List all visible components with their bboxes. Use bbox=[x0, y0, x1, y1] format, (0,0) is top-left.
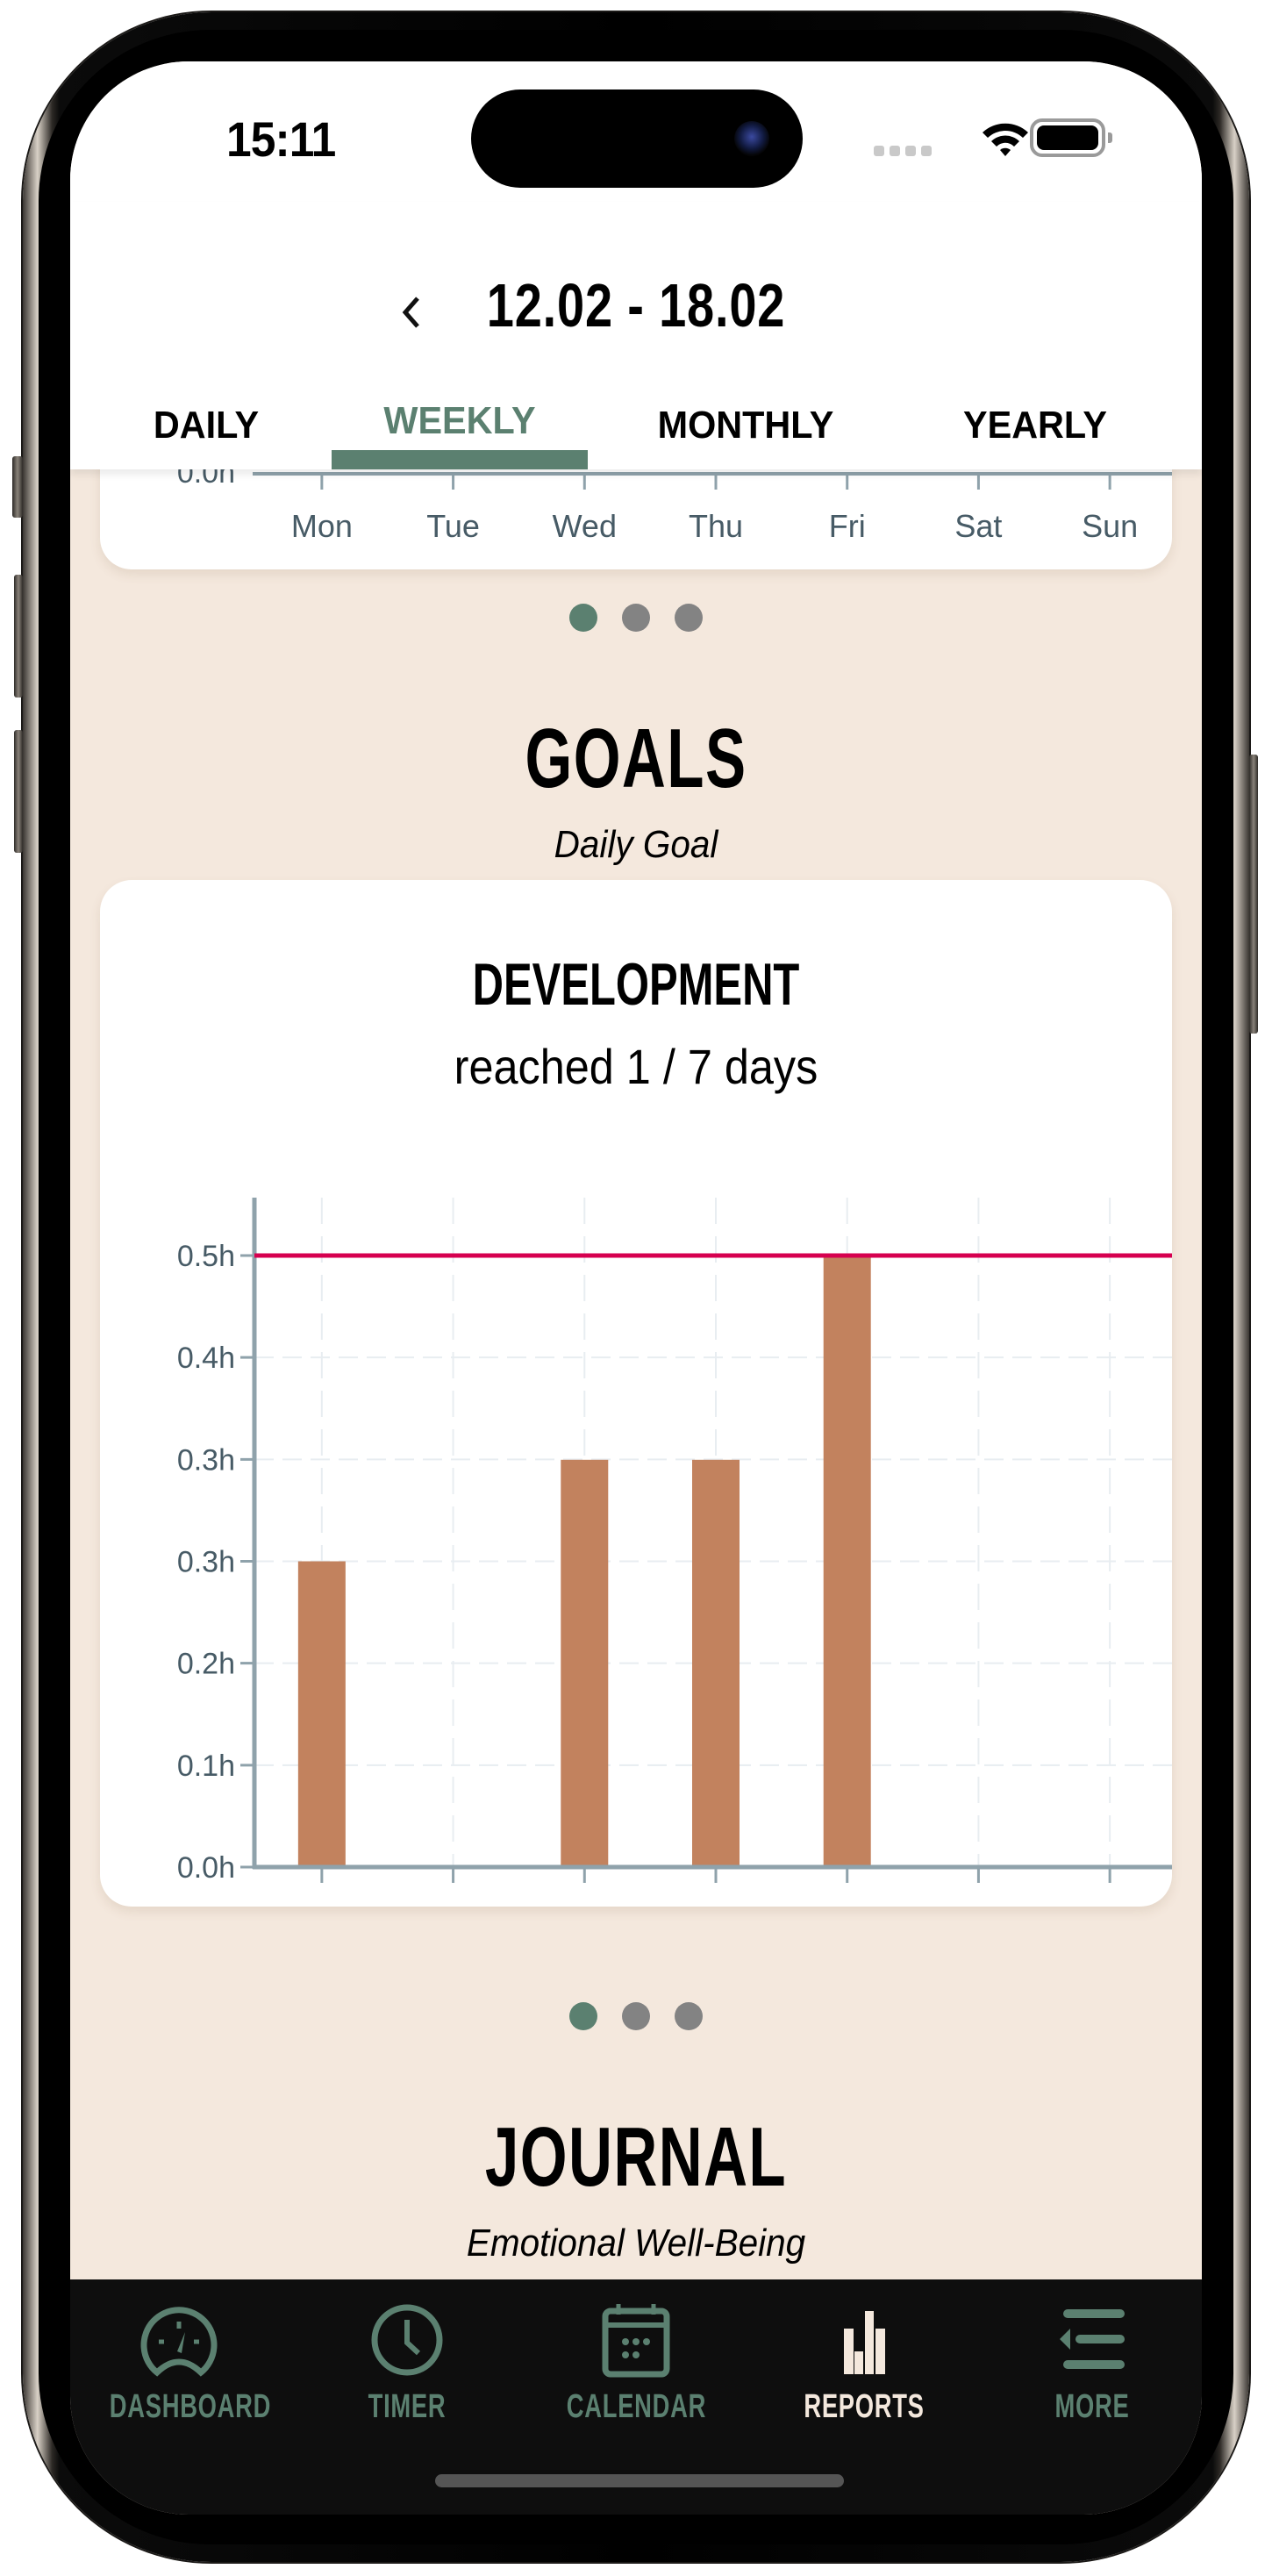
x-tick-label: Fri bbox=[829, 508, 866, 544]
app-screen: 15:11 0.0h Mon Tue Wed Thu Fri Sat Sun GOALS Da… bbox=[70, 61, 1202, 2515]
x-tick-label: Wed bbox=[553, 508, 617, 544]
active-tab-indicator bbox=[332, 450, 588, 469]
nav-timer[interactable]: TIMER bbox=[311, 2302, 504, 2460]
x-tick-label: Tue bbox=[426, 1901, 480, 1907]
journal-title: JOURNAL bbox=[484, 2110, 788, 2204]
tab-yearly[interactable]: YEARLY bbox=[919, 382, 1150, 469]
goals-pager[interactable] bbox=[70, 2002, 1202, 2030]
x-tick-label: Sun bbox=[1082, 508, 1138, 544]
power-button bbox=[1249, 755, 1258, 1034]
menu-more-icon bbox=[1060, 2309, 1125, 2369]
wifi-icon bbox=[983, 123, 1028, 156]
pager-dot[interactable] bbox=[622, 604, 650, 632]
nav-reports[interactable]: REPORTS bbox=[768, 2302, 961, 2460]
pager-dot[interactable] bbox=[569, 2002, 597, 2030]
date-range: 12.02 - 18.02 bbox=[486, 271, 786, 340]
volume-up-button bbox=[14, 575, 23, 698]
battery-icon bbox=[1030, 118, 1112, 157]
bottom-tab-bar: DASHBOARD TIMER CALENDAR REPORTS MORE bbox=[70, 2279, 1202, 2515]
x-tick-label: Sat bbox=[954, 508, 1002, 544]
action-button bbox=[12, 456, 23, 518]
y-tick-label: 0.5h bbox=[177, 1240, 235, 1273]
tab-daily[interactable]: DAILY bbox=[111, 382, 301, 469]
nav-calendar[interactable]: CALENDAR bbox=[540, 2302, 732, 2460]
calendar-icon bbox=[602, 2304, 670, 2378]
goal-bar-chart: 0.0h 0.1h 0.2h 0.3h 0.3h 0.4h 0.5h Mon Tue Wed Thu… bbox=[177, 1198, 1172, 1907]
pager-dot[interactable] bbox=[675, 2002, 703, 2030]
signal-icon bbox=[874, 146, 932, 156]
x-tick-label: Thu bbox=[689, 508, 743, 544]
camera-icon bbox=[734, 121, 769, 156]
y-tick-label: 0.1h bbox=[177, 1750, 235, 1783]
dynamic-island bbox=[471, 89, 803, 188]
pager-dot[interactable] bbox=[675, 604, 703, 632]
x-tick-label: Wed bbox=[553, 1901, 617, 1907]
y-tick-label: 0.3h bbox=[177, 1546, 235, 1579]
x-tick-label: Mon bbox=[291, 508, 353, 544]
status-time: 15:11 bbox=[226, 111, 336, 167]
bar-mon bbox=[297, 1561, 346, 1867]
nav-label: CALENDAR bbox=[566, 2388, 707, 2425]
period-tabs: DAILY WEEKLY MONTHLY YEARLY bbox=[70, 382, 1202, 469]
nav-label: DASHBOARD bbox=[109, 2388, 272, 2425]
bar-thu bbox=[692, 1459, 740, 1867]
x-tick-label: Sat bbox=[954, 1901, 1002, 1907]
tab-monthly[interactable]: MONTHLY bbox=[622, 382, 869, 469]
y-tick-label: 0.2h bbox=[177, 1648, 235, 1681]
nav-label: REPORTS bbox=[804, 2388, 925, 2425]
goal-card: DEVELOPMENT reached 1 / 7 days 0.0h 0.1h 0… bbox=[100, 880, 1172, 1907]
x-tick-label: Tue bbox=[426, 508, 480, 544]
nav-label: MORE bbox=[1054, 2388, 1130, 2425]
status-bar: 15:11 bbox=[70, 61, 1202, 202]
x-tick-label: Fri bbox=[829, 1901, 866, 1907]
reports-header: 12.02 - 18.02 DAILY WEEKLY MONTHLY YEARL… bbox=[70, 202, 1202, 469]
bar-wed bbox=[561, 1459, 609, 1867]
goals-subtitle: Daily Goal bbox=[554, 823, 718, 866]
x-tick-label: Mon bbox=[291, 1901, 353, 1907]
y-tick-label: 0.3h bbox=[177, 1443, 235, 1477]
x-tick-label: Thu bbox=[689, 1901, 743, 1907]
x-tick-label: Sun bbox=[1082, 1901, 1138, 1907]
dashboard-gauge-icon bbox=[140, 2307, 218, 2377]
nav-label: TIMER bbox=[368, 2388, 447, 2425]
bar-fri bbox=[823, 1256, 871, 1867]
y-tick-label: 0.0h bbox=[177, 1851, 235, 1885]
pager-dot[interactable] bbox=[622, 2002, 650, 2030]
y-tick-label: 0.4h bbox=[177, 1342, 235, 1375]
nav-more[interactable]: MORE bbox=[996, 2302, 1189, 2460]
volume-down-button bbox=[14, 730, 23, 853]
nav-dashboard[interactable]: DASHBOARD bbox=[82, 2302, 275, 2460]
journal-subtitle: Emotional Well-Being bbox=[466, 2222, 806, 2265]
home-indicator[interactable] bbox=[435, 2474, 844, 2487]
bar-chart-icon bbox=[844, 2311, 885, 2374]
chart-pager[interactable] bbox=[70, 604, 1202, 632]
pager-dot[interactable] bbox=[569, 604, 597, 632]
goals-title: GOALS bbox=[525, 712, 747, 805]
clock-icon bbox=[371, 2304, 443, 2376]
